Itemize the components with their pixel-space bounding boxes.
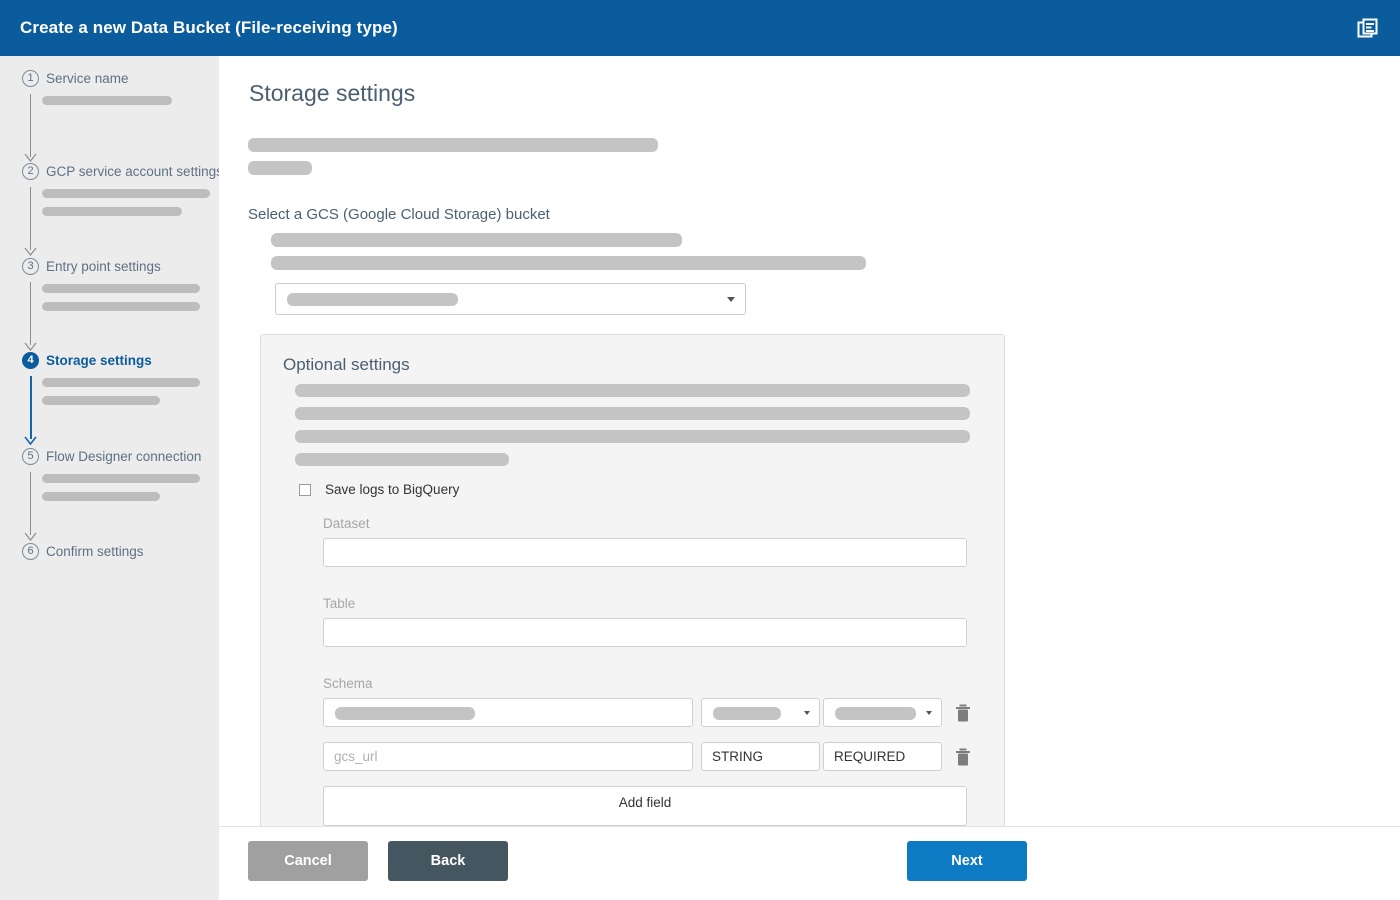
table-label: Table — [323, 596, 356, 611]
schema-field-name-input[interactable] — [323, 698, 693, 727]
sidebar-placeholder-bar — [42, 378, 200, 387]
wizard-sidebar: 1 Service name 2 GCP service account set… — [0, 56, 223, 900]
app-window: Create a new Data Bucket (File-receiving… — [0, 0, 1400, 900]
app-header: Create a new Data Bucket (File-receiving… — [0, 0, 1400, 56]
table-input[interactable] — [323, 618, 967, 647]
schema-label: Schema — [323, 676, 373, 691]
chevron-down-icon — [804, 710, 810, 715]
sidebar-placeholder-bar — [42, 302, 200, 311]
add-field-button[interactable]: Add field — [323, 786, 967, 826]
cancel-button[interactable]: Cancel — [248, 841, 368, 881]
dataset-input[interactable] — [323, 538, 967, 567]
dataset-label: Dataset — [323, 516, 370, 531]
description-placeholder-bar — [248, 161, 312, 175]
schema-field-mode-select[interactable] — [823, 698, 942, 727]
page-header-title: Create a new Data Bucket (File-receiving… — [20, 18, 398, 37]
optional-settings-card: Optional settings Save logs to BigQuery … — [260, 334, 1005, 826]
step-connector-2 — [30, 187, 31, 250]
step-label-3: Entry point settings — [46, 259, 161, 274]
sidebar-placeholder-bar — [42, 474, 200, 483]
sidebar-placeholder-bar — [42, 284, 200, 293]
step-number-5: 5 — [22, 448, 39, 465]
description-placeholder-bar — [248, 138, 658, 152]
step-number-6: 6 — [22, 543, 39, 560]
optional-description-bar — [295, 384, 970, 397]
step-label-5: Flow Designer connection — [46, 449, 202, 464]
step-number-4: 4 — [22, 352, 39, 369]
step-connector-4 — [29, 376, 32, 439]
back-button[interactable]: Back — [388, 841, 508, 881]
step-label-1: Service name — [46, 71, 129, 86]
schema-field-type-value: STRING — [701, 742, 820, 771]
step-connector-3 — [30, 282, 31, 345]
step-connector-1 — [30, 94, 31, 157]
schema-field-name-value — [335, 707, 475, 720]
schema-field-mode-value: REQUIRED — [823, 742, 942, 771]
bucket-description-bar — [271, 256, 866, 270]
optional-settings-title: Optional settings — [283, 355, 410, 374]
save-logs-bigquery-label: Save logs to BigQuery — [325, 482, 460, 497]
step-label-4: Storage settings — [46, 353, 152, 368]
schema-field-name-input[interactable] — [323, 742, 693, 771]
copy-documents-icon[interactable] — [1351, 11, 1385, 45]
schema-field-type-value — [713, 707, 781, 720]
gcs-bucket-selected-value — [287, 293, 458, 306]
schema-row-delete-trash-icon[interactable] — [955, 748, 971, 771]
sidebar-placeholder-bar — [42, 96, 172, 105]
step-label-6: Confirm settings — [46, 544, 144, 559]
save-logs-bigquery-row[interactable]: Save logs to BigQuery — [299, 482, 459, 497]
step-label-2: GCP service account settings — [46, 164, 223, 179]
step-number-1: 1 — [22, 70, 39, 87]
sidebar-placeholder-bar — [42, 396, 160, 405]
optional-description-bar — [295, 453, 509, 466]
optional-description-bar — [295, 430, 970, 443]
sidebar-placeholder-bar — [42, 207, 182, 216]
bucket-section-label: Select a GCS (Google Cloud Storage) buck… — [248, 206, 550, 223]
schema-row-delete-trash-icon[interactable] — [955, 704, 971, 727]
step-number-2: 2 — [22, 163, 39, 180]
page-title: Storage settings — [249, 80, 416, 106]
sidebar-placeholder-bar — [42, 492, 160, 501]
save-logs-bigquery-checkbox[interactable] — [299, 483, 311, 496]
main-content: Storage settings Select a GCS (Google Cl… — [219, 56, 1400, 826]
next-button[interactable]: Next — [907, 841, 1027, 881]
bucket-description-bar — [271, 233, 682, 247]
optional-description-bar — [295, 407, 970, 420]
step-number-3: 3 — [22, 258, 39, 275]
gcs-bucket-select[interactable] — [275, 283, 746, 315]
schema-field-mode-value — [835, 707, 916, 720]
chevron-down-icon — [727, 297, 735, 302]
step-connector-5 — [30, 472, 31, 535]
chevron-down-icon — [926, 710, 932, 715]
schema-field-type-select[interactable] — [701, 698, 820, 727]
sidebar-placeholder-bar — [42, 189, 210, 198]
wizard-footer: Cancel Back Next — [219, 826, 1400, 900]
